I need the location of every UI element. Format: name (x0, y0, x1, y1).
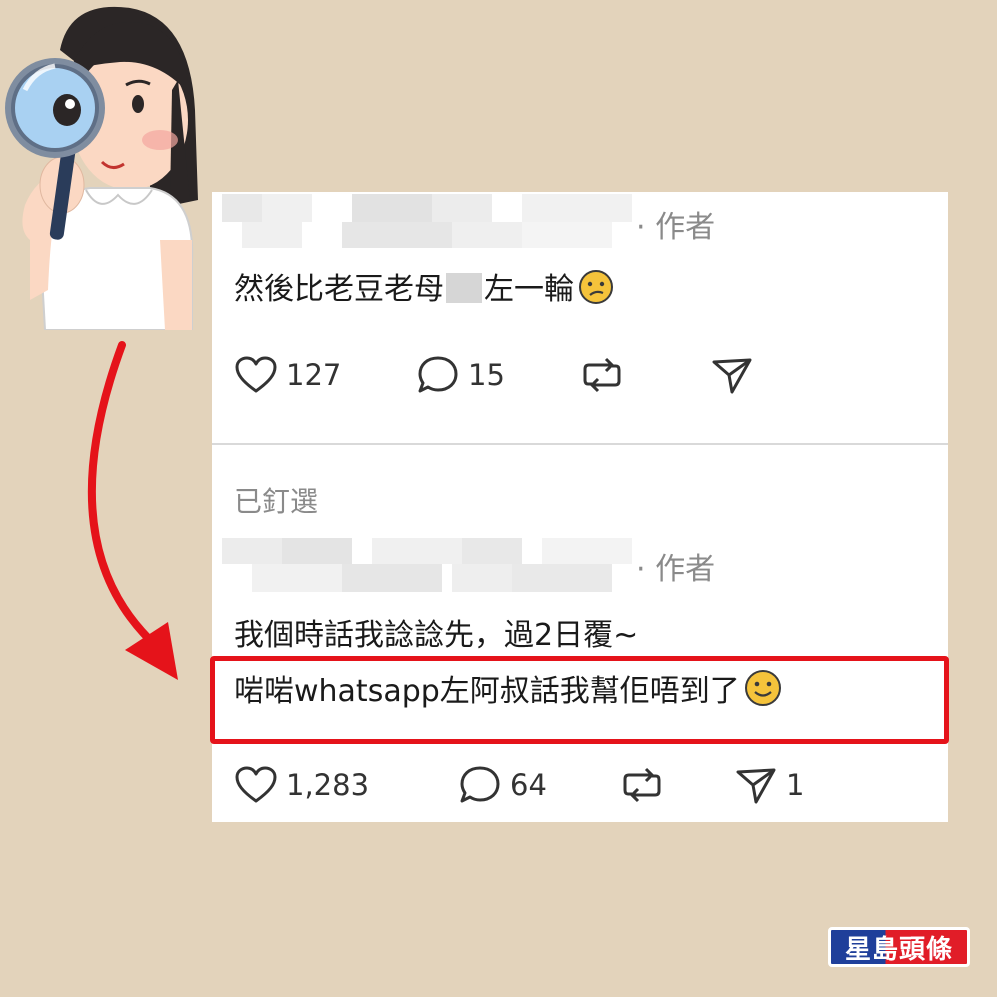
send-icon (712, 358, 752, 394)
sing-tao-logo: 星島頭條 (828, 927, 970, 967)
like-count: 127 (286, 358, 342, 392)
highlight-box (210, 656, 949, 744)
girl-with-magnifier-illustration (5, 6, 198, 330)
heart-icon (235, 766, 277, 803)
author-tag: · 作者 (636, 552, 716, 587)
censored-block (446, 273, 482, 303)
blurred-username (222, 538, 642, 594)
share-button[interactable] (710, 353, 754, 397)
comment-text-line-1: 我個時話我諗諗先，過2日覆~ (234, 618, 639, 653)
repost-button[interactable] (620, 763, 664, 807)
like-count: 1,283 (286, 768, 370, 802)
comment-bubble-icon (460, 766, 500, 803)
author-tag: · 作者 (636, 210, 716, 245)
confused-face-icon (579, 270, 613, 304)
share-button[interactable]: 1 (734, 763, 804, 807)
comment-count: 15 (468, 358, 505, 392)
repost-button[interactable] (580, 353, 624, 397)
like-button[interactable]: 1,283 (234, 763, 369, 807)
comment-text: 然後比老豆老母 左一輪 (234, 264, 614, 308)
reply-button[interactable]: 15 (416, 353, 505, 397)
pinned-label: 已釘選 (234, 485, 319, 518)
send-icon (736, 768, 776, 804)
share-count: 1 (786, 768, 805, 802)
repost-icon (623, 767, 661, 803)
action-bar: 127 15 (234, 353, 934, 397)
divider (212, 443, 948, 445)
comment-bubble-icon (418, 356, 458, 393)
heart-icon (235, 356, 277, 393)
comment-post-1: · 作者 然後比老豆老母 左一輪 127 15 (212, 192, 948, 442)
repost-icon (583, 357, 621, 393)
action-bar: 1,283 64 1 (234, 763, 934, 807)
like-button[interactable]: 127 (234, 353, 341, 397)
logo-text: 星島頭條 (844, 934, 953, 965)
blurred-username (222, 194, 642, 250)
comment-count: 64 (510, 768, 547, 802)
reply-button[interactable]: 64 (458, 763, 547, 807)
